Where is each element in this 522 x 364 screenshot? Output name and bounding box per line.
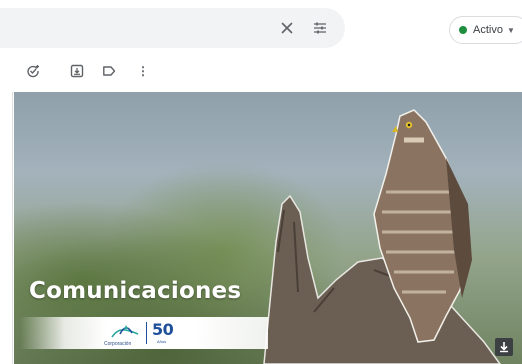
divider: [12, 92, 13, 364]
status-label: Activo: [473, 24, 503, 36]
add-task-icon[interactable]: [26, 64, 40, 78]
corporation-logo: [111, 325, 139, 338]
anniversary-label: Años: [157, 339, 167, 344]
banner-title: Comunicaciones: [29, 278, 242, 304]
logo-divider: [146, 322, 147, 344]
banner-image: Comunicaciones Corporación 50 Años: [14, 92, 522, 364]
logo-strip: [20, 317, 268, 349]
arrow-down-icon: [500, 342, 508, 353]
download-image-button[interactable]: [495, 338, 513, 356]
close-icon[interactable]: [279, 20, 295, 36]
logo-name: Corporación: [104, 341, 132, 347]
label-icon[interactable]: [102, 64, 116, 78]
anniversary-number: 50: [152, 320, 174, 339]
tune-icon[interactable]: [312, 20, 328, 36]
download-icon[interactable]: [70, 64, 84, 78]
more-vert-icon[interactable]: ⋮: [137, 63, 149, 79]
status-dot: [459, 26, 467, 34]
status-dropdown[interactable]: Activo ▼: [449, 16, 522, 44]
chevron-down-icon: ▼: [506, 25, 515, 35]
